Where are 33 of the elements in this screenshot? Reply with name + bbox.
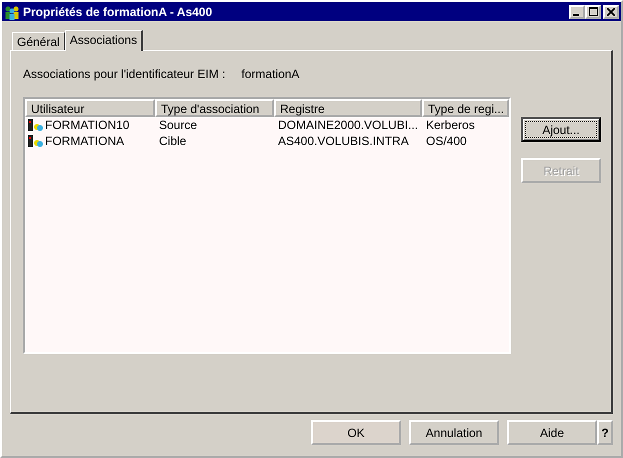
column-header[interactable]: Registre bbox=[274, 99, 422, 117]
table-cell: OS/400 bbox=[426, 134, 467, 148]
table-cell: Kerberos bbox=[426, 118, 475, 132]
maximize-icon bbox=[588, 7, 598, 16]
table-cell: Source bbox=[159, 118, 198, 132]
table-cell: FORMATIONA bbox=[45, 134, 124, 148]
tab[interactable]: Général bbox=[12, 32, 65, 50]
identifier-value: formationA bbox=[241, 67, 300, 81]
column-header[interactable]: Type d'association bbox=[155, 99, 274, 117]
window-title: Propriétés de formationA - As400 bbox=[23, 4, 214, 18]
table-row[interactable]: FORMATION10 Source DOMAINE2000.VOLUBI... Kerberos bbox=[25, 117, 509, 133]
dialog-button[interactable]: Aide bbox=[507, 420, 597, 445]
close-button[interactable] bbox=[603, 4, 619, 18]
table-cell: AS400.VOLUBIS.INTRA bbox=[278, 134, 409, 148]
user-group-icon bbox=[27, 118, 43, 132]
table-cell: FORMATION10 bbox=[45, 118, 130, 132]
table-cell: DOMAINE2000.VOLUBI... bbox=[278, 118, 418, 132]
column-header[interactable]: Utilisateur bbox=[25, 99, 155, 117]
minimize-icon bbox=[573, 14, 579, 16]
table-row[interactable]: FORMATIONA Cible AS400.VOLUBIS.INTRA OS/400 bbox=[25, 133, 509, 149]
tab[interactable]: Associations bbox=[64, 30, 144, 51]
dialog-button[interactable]: Annulation bbox=[409, 420, 499, 445]
table-cell: Cible bbox=[159, 134, 186, 148]
maximize-button[interactable] bbox=[585, 4, 601, 18]
dialog-button[interactable]: OK bbox=[311, 420, 401, 445]
close-icon bbox=[607, 8, 615, 16]
identifier-label: Associations pour l'identificateur EIM : bbox=[23, 67, 226, 81]
people-icon bbox=[4, 4, 20, 20]
minimize-button[interactable] bbox=[569, 4, 585, 18]
column-header[interactable]: Type de regi... bbox=[422, 99, 509, 117]
help-button[interactable]: ? bbox=[597, 420, 613, 445]
action-button[interactable]: Ajout... bbox=[521, 117, 601, 142]
user-group-icon bbox=[27, 134, 43, 148]
